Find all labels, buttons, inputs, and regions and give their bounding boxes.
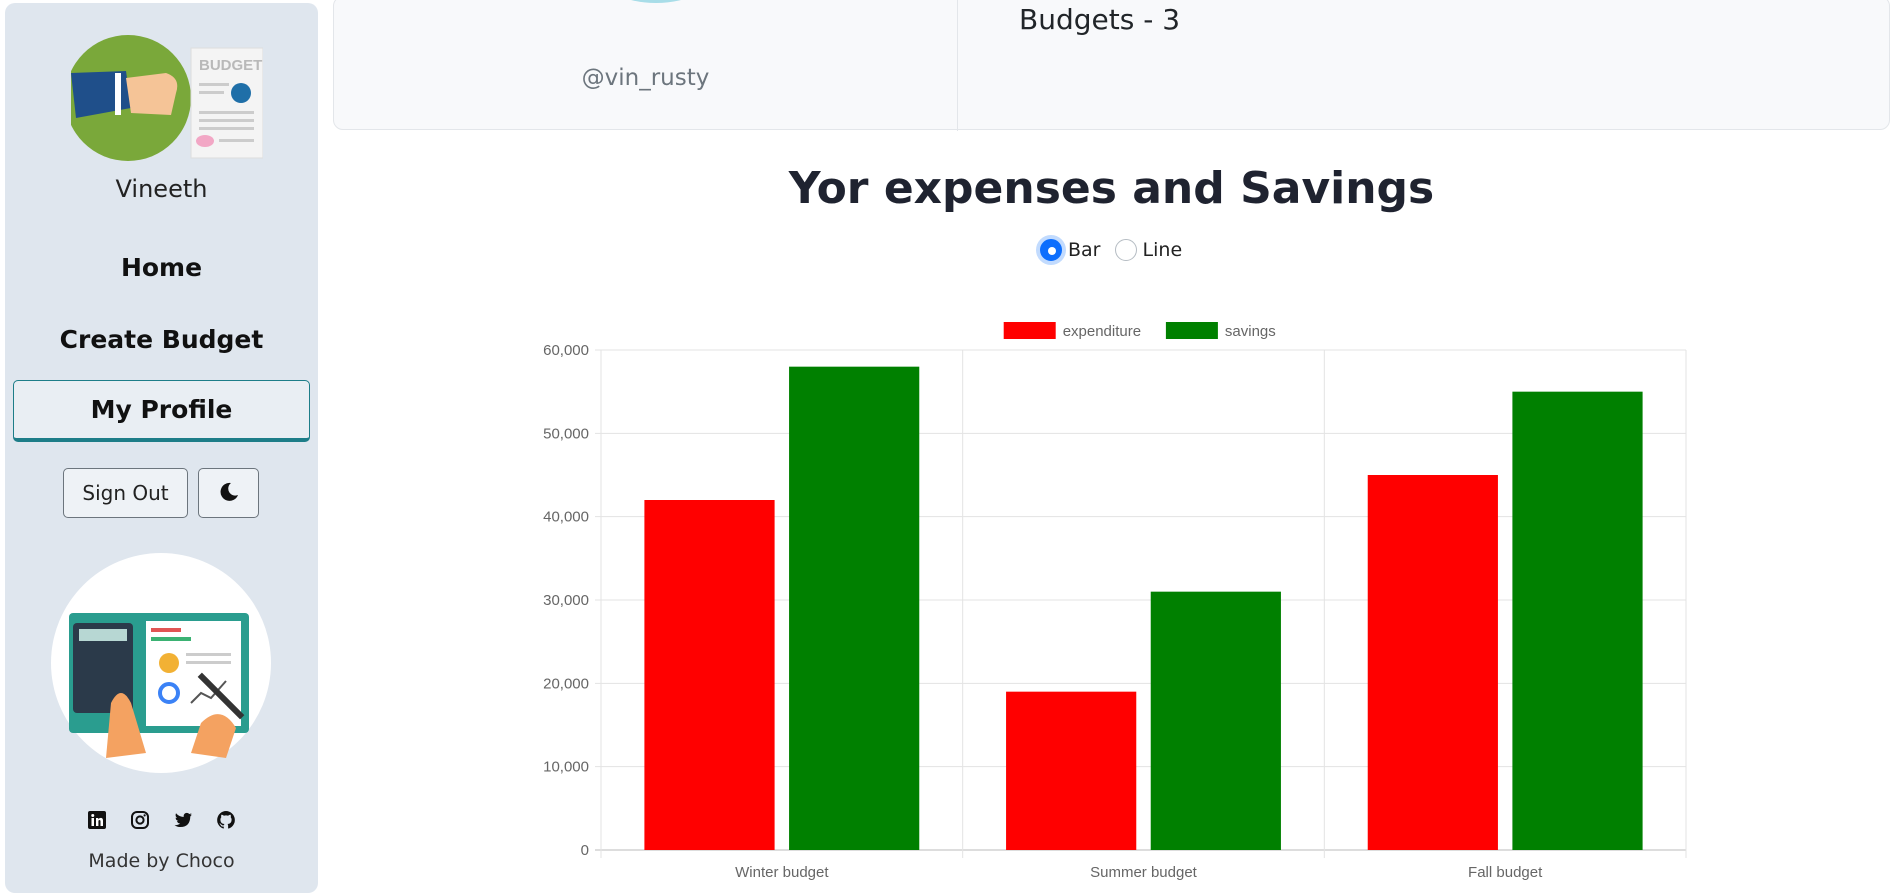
twitter-icon[interactable] xyxy=(172,810,194,832)
github-icon[interactable] xyxy=(215,810,237,832)
nav-my-profile[interactable]: My Profile xyxy=(13,380,310,442)
nav-create-budget[interactable]: Create Budget xyxy=(13,310,310,370)
y-tick-label: 40,000 xyxy=(543,509,589,526)
bar-savings xyxy=(1150,591,1281,850)
x-tick-label: Winter budget xyxy=(735,864,829,881)
instagram-icon[interactable] xyxy=(129,810,151,832)
nav-home[interactable]: Home xyxy=(13,238,310,298)
credit-text: Made by Choco xyxy=(88,850,235,872)
sidebar: BUDGET Vineeth Home Create Budget My Pro… xyxy=(5,3,318,893)
page-title: Yor expenses and Savings xyxy=(788,163,1435,214)
linkedin-icon[interactable] xyxy=(86,810,108,832)
card-divider xyxy=(957,0,958,131)
legend-label-savings: savings xyxy=(1225,323,1276,340)
x-tick-label: Fall budget xyxy=(1468,864,1543,881)
radio-bar[interactable] xyxy=(1040,238,1062,261)
legend-label-expenditure: expenditure xyxy=(1063,323,1141,340)
radio-bar-label: Bar xyxy=(1068,238,1101,261)
bar-expenditure xyxy=(1367,475,1498,850)
chart-type-toggle: Bar Line xyxy=(1040,238,1190,264)
y-tick-label: 10,000 xyxy=(543,759,589,776)
theme-toggle-button[interactable] xyxy=(198,468,259,518)
budget-logo: BUDGET xyxy=(71,35,263,161)
finance-illustration xyxy=(51,553,271,773)
profile-card: @vin_rusty Budgets - 3 xyxy=(333,0,1890,131)
expenses-savings-chart: 0 10,000 20,000 30,000 40,000 50,000 60,000 Win… xyxy=(543,322,1687,881)
bar-savings xyxy=(1512,391,1643,850)
profile-handle: @vin_rusty xyxy=(581,65,710,91)
legend-swatch-savings xyxy=(1165,322,1218,339)
profile-avatar xyxy=(596,0,716,3)
y-tick-label: 30,000 xyxy=(543,592,589,609)
social-links xyxy=(5,810,318,834)
username: Vineeth xyxy=(115,175,208,203)
x-tick-label: Summer budget xyxy=(1090,864,1198,881)
svg-text:BUDGET: BUDGET xyxy=(199,57,262,74)
y-tick-label: 0 xyxy=(581,842,589,859)
y-tick-label: 20,000 xyxy=(543,675,589,692)
bar-expenditure xyxy=(644,500,775,850)
radio-line-label: Line xyxy=(1142,238,1183,261)
bar-expenditure xyxy=(1006,691,1137,850)
legend-swatch-expenditure xyxy=(1003,322,1056,339)
y-tick-label: 50,000 xyxy=(543,425,589,442)
sign-out-button[interactable]: Sign Out xyxy=(63,468,188,518)
radio-line[interactable] xyxy=(1114,238,1137,261)
budgets-count: Budgets - 3 xyxy=(1019,3,1181,36)
moon-icon xyxy=(220,482,238,501)
y-tick-label: 60,000 xyxy=(543,342,589,359)
bar-savings xyxy=(789,366,920,850)
